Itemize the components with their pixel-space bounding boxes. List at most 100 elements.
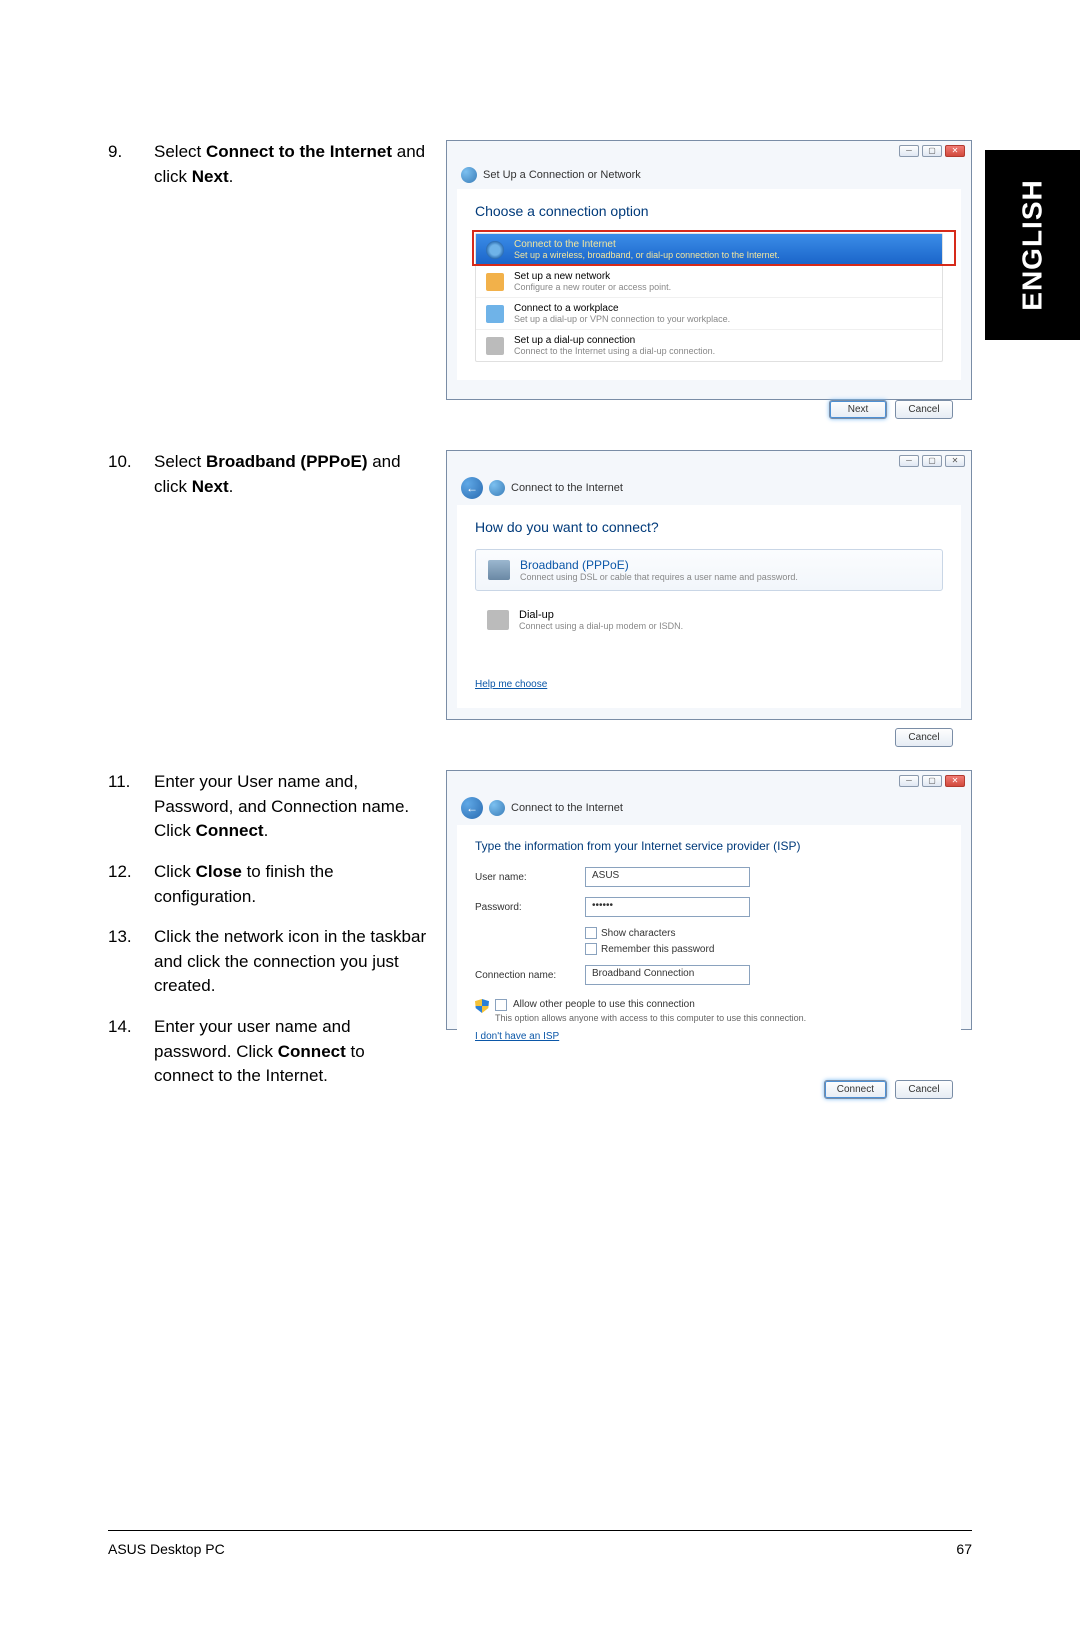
- help-me-choose-link[interactable]: Help me choose: [475, 679, 547, 690]
- checkbox-icon: [585, 927, 597, 939]
- t: .: [229, 477, 234, 496]
- t: Enter your User name and, Password, and …: [154, 772, 409, 840]
- t: Close: [196, 862, 242, 881]
- password-label: Password:: [475, 902, 585, 913]
- allow-others-checkbox[interactable]: Allow other people to use this connectio…: [475, 999, 943, 1013]
- back-button[interactable]: ←: [461, 477, 483, 499]
- modem-icon: [488, 560, 510, 580]
- minimize-button[interactable]: ─: [899, 455, 919, 467]
- option-desc: Connect using DSL or cable that requires…: [520, 572, 798, 582]
- step-text: Enter your User name and, Password, and …: [154, 770, 428, 844]
- t: Connect to the Internet: [206, 142, 392, 161]
- cancel-button[interactable]: Cancel: [895, 728, 953, 747]
- window-heading: Choose a connection option: [475, 203, 943, 219]
- minimize-button[interactable]: ─: [899, 775, 919, 787]
- option-dialup[interactable]: Set up a dial-up connection Connect to t…: [476, 330, 942, 361]
- checkbox-icon: [585, 943, 597, 955]
- show-characters-checkbox[interactable]: Show characters: [585, 927, 943, 939]
- shield-icon: [475, 999, 489, 1013]
- username-input[interactable]: ASUS: [585, 867, 750, 887]
- maximize-button[interactable]: ▢: [922, 775, 942, 787]
- password-input[interactable]: ••••••: [585, 897, 750, 917]
- step-number: 11.: [108, 770, 154, 844]
- option-title: Broadband (PPPoE): [520, 558, 798, 572]
- connection-option-list: Connect to the Internet Set up a wireles…: [475, 233, 943, 362]
- no-isp-link[interactable]: I don't have an ISP: [475, 1031, 559, 1042]
- page-footer: ASUS Desktop PC 67: [108, 1530, 972, 1557]
- step-number: 12.: [108, 860, 154, 909]
- option-title: Connect to a workplace: [514, 303, 730, 314]
- checkbox-label: Allow other people to use this connectio…: [513, 999, 695, 1013]
- t: .: [229, 167, 234, 186]
- step-number: 10.: [108, 450, 154, 499]
- window-connect-internet: ─ ▢ ✕ ← Connect to the Internet How do y…: [446, 450, 972, 720]
- wizard-icon: [489, 480, 505, 496]
- connection-name-input[interactable]: Broadband Connection: [585, 965, 750, 985]
- step-number: 9.: [108, 140, 154, 189]
- t: Broadband (PPPoE): [206, 452, 368, 471]
- footer-left: ASUS Desktop PC: [108, 1541, 225, 1557]
- option-title: Connect to the Internet: [514, 239, 780, 250]
- briefcase-icon: [486, 305, 504, 323]
- t: Select: [154, 452, 206, 471]
- window-controls: ─ ▢ ✕: [899, 455, 965, 467]
- connect-button[interactable]: Connect: [824, 1080, 887, 1099]
- back-button[interactable]: ←: [461, 797, 483, 819]
- cancel-button[interactable]: Cancel: [895, 1080, 953, 1099]
- option-title: Set up a dial-up connection: [514, 335, 715, 346]
- step-text: Select Broadband (PPPoE) and click Next.: [154, 450, 428, 499]
- globe-icon: [486, 241, 504, 259]
- maximize-button[interactable]: ▢: [922, 455, 942, 467]
- option-title: Set up a new network: [514, 271, 671, 282]
- option-new-network[interactable]: Set up a new network Configure a new rou…: [476, 266, 942, 298]
- option-connect-internet[interactable]: Connect to the Internet Set up a wireles…: [476, 234, 942, 266]
- step-11: 11. Enter your User name and, Password, …: [108, 770, 428, 844]
- option-desc: Connect to the Internet using a dial-up …: [514, 346, 715, 356]
- option-broadband-pppoe[interactable]: Broadband (PPPoE) Connect using DSL or c…: [475, 549, 943, 591]
- t: Select: [154, 142, 206, 161]
- checkbox-icon: [495, 999, 507, 1011]
- phone-icon: [487, 610, 509, 630]
- footer-page-number: 67: [956, 1541, 972, 1557]
- step-text: Select Connect to the Internet and click…: [154, 140, 428, 189]
- step-text: Click Close to finish the configuration.: [154, 860, 428, 909]
- window-isp-info: ─ ▢ ✕ ← Connect to the Internet Type the…: [446, 770, 972, 1030]
- wizard-icon: [461, 167, 477, 183]
- phone-icon: [486, 337, 504, 355]
- step-10: 10. Select Broadband (PPPoE) and click N…: [108, 450, 428, 499]
- maximize-button[interactable]: ▢: [922, 145, 942, 157]
- option-workplace[interactable]: Connect to a workplace Set up a dial-up …: [476, 298, 942, 330]
- option-desc: Configure a new router or access point.: [514, 282, 671, 292]
- step-text: Enter your user name and password. Click…: [154, 1015, 428, 1089]
- cancel-button[interactable]: Cancel: [895, 400, 953, 419]
- window-title: Connect to the Internet: [511, 482, 623, 494]
- step-13: 13. Click the network icon in the taskba…: [108, 925, 428, 999]
- t: Next: [192, 167, 229, 186]
- t: .: [264, 821, 269, 840]
- t: Click: [154, 862, 196, 881]
- t: Connect: [196, 821, 264, 840]
- t: Next: [192, 477, 229, 496]
- window-heading: How do you want to connect?: [475, 519, 943, 535]
- minimize-button[interactable]: ─: [899, 145, 919, 157]
- step-12: 12. Click Close to finish the configurat…: [108, 860, 428, 909]
- window-title: Connect to the Internet: [511, 802, 623, 814]
- wizard-icon: [489, 800, 505, 816]
- step-text: Click the network icon in the taskbar an…: [154, 925, 428, 999]
- step-number: 13.: [108, 925, 154, 999]
- t: Connect: [278, 1042, 346, 1061]
- window-title: Set Up a Connection or Network: [483, 169, 641, 181]
- connection-name-label: Connection name:: [475, 970, 585, 981]
- window-heading: Type the information from your Internet …: [475, 839, 943, 853]
- option-title: Dial-up: [519, 609, 683, 621]
- close-button[interactable]: ✕: [945, 145, 965, 157]
- option-dialup-2[interactable]: Dial-up Connect using a dial-up modem or…: [475, 601, 943, 639]
- remember-password-checkbox[interactable]: Remember this password: [585, 943, 943, 955]
- next-button[interactable]: Next: [829, 400, 887, 419]
- window-setup-connection: ─ ▢ ✕ Set Up a Connection or Network Cho…: [446, 140, 972, 400]
- option-desc: Set up a wireless, broadband, or dial-up…: [514, 250, 780, 260]
- close-button[interactable]: ✕: [945, 775, 965, 787]
- step-14: 14. Enter your user name and password. C…: [108, 1015, 428, 1089]
- close-button[interactable]: ✕: [945, 455, 965, 467]
- window-controls: ─ ▢ ✕: [899, 145, 965, 157]
